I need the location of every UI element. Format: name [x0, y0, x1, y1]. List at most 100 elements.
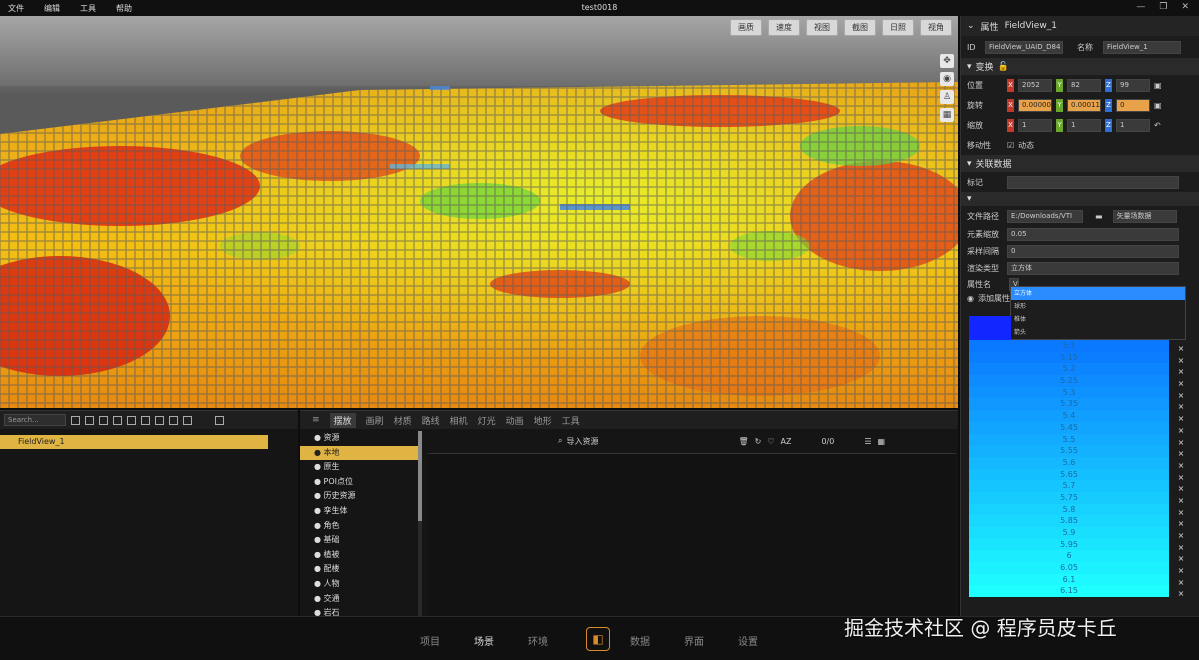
- ramp-value[interactable]: 5.45: [969, 421, 1169, 434]
- file-path-field[interactable]: E:/Downloads/VTI: [1007, 209, 1083, 223]
- person-icon[interactable]: ♙: [940, 90, 954, 104]
- group-icon[interactable]: [127, 415, 136, 425]
- nav-scene[interactable]: 场景: [474, 633, 494, 648]
- reset-icon[interactable]: ▣: [1154, 101, 1162, 110]
- menu-edit[interactable]: 编辑: [44, 3, 60, 14]
- menu-tools[interactable]: 工具: [80, 3, 96, 14]
- ramp-value[interactable]: 5.15: [969, 351, 1169, 364]
- tree-item[interactable]: ● 本地: [300, 445, 418, 461]
- option-arrow[interactable]: 箭头: [1011, 326, 1185, 339]
- film-icon[interactable]: [113, 415, 122, 425]
- remove-icon[interactable]: ×: [1176, 425, 1186, 437]
- menu-help[interactable]: 帮助: [116, 3, 132, 14]
- ramp-value[interactable]: 5.8: [969, 503, 1169, 516]
- undo-icon[interactable]: ↶: [1154, 121, 1161, 130]
- ramp-value[interactable]: 5.5: [969, 433, 1169, 446]
- tab-route[interactable]: 路线: [422, 414, 440, 427]
- sort-icon[interactable]: AZ: [781, 437, 792, 446]
- remove-icon[interactable]: ×: [1176, 472, 1186, 484]
- tree-item[interactable]: ● 资源: [300, 431, 418, 446]
- ramp-value[interactable]: 5.25: [969, 375, 1169, 387]
- transform-section[interactable]: 变换: [976, 60, 994, 73]
- option-cube[interactable]: 立方体: [1011, 287, 1185, 300]
- folder-icon[interactable]: [71, 415, 80, 425]
- rotation-y[interactable]: 0.00011: [1067, 98, 1101, 112]
- ramp-value[interactable]: 5.2: [969, 363, 1169, 376]
- ramp-value[interactable]: 5.95: [969, 538, 1169, 551]
- option-cone[interactable]: 椎体: [1011, 313, 1185, 326]
- menu-file[interactable]: 文件: [8, 3, 24, 14]
- scale-z[interactable]: 1: [1116, 118, 1150, 132]
- remove-icon[interactable]: ×: [1176, 495, 1186, 507]
- remove-icon[interactable]: ×: [1176, 343, 1186, 355]
- tree-item[interactable]: ● 历史资源: [300, 489, 418, 504]
- screenshot-button[interactable]: 截图: [844, 19, 876, 36]
- grid-view-icon[interactable]: ▦: [878, 437, 886, 446]
- menu-icon[interactable]: ≡: [312, 415, 320, 425]
- tab-terrain[interactable]: 地形: [534, 414, 552, 427]
- section-chevron-icon[interactable]: ▾: [967, 62, 972, 72]
- history-icon[interactable]: ↻: [755, 437, 762, 446]
- remove-icon[interactable]: ×: [1176, 355, 1186, 367]
- move-icon[interactable]: ✥: [940, 54, 954, 68]
- scale-x[interactable]: 1: [1018, 118, 1052, 132]
- ramp-value[interactable]: 5.85: [969, 515, 1169, 527]
- tab-place[interactable]: 摆放: [329, 412, 356, 428]
- tree-item[interactable]: ● 交通: [300, 592, 418, 607]
- tree-item[interactable]: ● 基础: [300, 533, 418, 548]
- remove-icon[interactable]: ×: [1176, 542, 1186, 554]
- gear-icon[interactable]: [141, 415, 150, 425]
- tab-brush[interactable]: 画刷: [366, 414, 384, 427]
- square-icon[interactable]: [85, 415, 94, 425]
- camera-view-button[interactable]: 视角: [920, 19, 952, 36]
- remove-icon[interactable]: ×: [1176, 378, 1186, 390]
- remove-icon[interactable]: ×: [1176, 553, 1186, 565]
- tree-item[interactable]: ● 孪生体: [300, 504, 418, 519]
- camera-icon[interactable]: [99, 415, 108, 425]
- ramp-value[interactable]: 5.55: [969, 445, 1169, 457]
- elem-scale-field[interactable]: 0.05: [1007, 228, 1179, 241]
- remove-icon[interactable]: ×: [1176, 413, 1186, 425]
- nav-data[interactable]: 数据: [630, 633, 650, 648]
- remove-icon[interactable]: ×: [1176, 530, 1186, 542]
- nav-environment[interactable]: 环境: [528, 633, 548, 648]
- remove-icon[interactable]: ×: [1176, 577, 1186, 589]
- grid-icon[interactable]: ▦: [940, 108, 954, 122]
- ramp-value[interactable]: 5.7: [969, 480, 1169, 492]
- section-chevron-icon[interactable]: ▾: [967, 194, 972, 204]
- image-icon[interactable]: [183, 415, 192, 425]
- scroll-thumb[interactable]: [418, 431, 422, 521]
- ramp-value[interactable]: 5.4: [969, 410, 1169, 422]
- remove-icon[interactable]: ×: [1176, 448, 1186, 460]
- outliner-search[interactable]: Search...: [4, 414, 66, 426]
- heart-icon[interactable]: ♡: [767, 437, 774, 446]
- ramp-value[interactable]: 6.05: [969, 562, 1169, 574]
- scale-y[interactable]: 1: [1067, 118, 1101, 132]
- delete-icon[interactable]: 🗑: [738, 437, 748, 446]
- nav-interface[interactable]: 界面: [684, 633, 704, 648]
- ramp-value[interactable]: 5.1: [969, 340, 1169, 352]
- option-sphere[interactable]: 球形: [1011, 300, 1185, 313]
- rotation-x[interactable]: 0.000000: [1018, 98, 1052, 112]
- import-asset-button[interactable]: 导入资源: [566, 436, 598, 447]
- section-chevron-icon[interactable]: ▾: [967, 159, 972, 169]
- remove-icon[interactable]: ×: [1176, 483, 1186, 495]
- nav-project[interactable]: 项目: [420, 633, 440, 648]
- view-button[interactable]: 视图: [806, 19, 838, 36]
- render-type-select[interactable]: 立方体: [1007, 262, 1179, 275]
- remove-icon[interactable]: ×: [1176, 565, 1186, 577]
- search-icon[interactable]: ⌕: [558, 436, 562, 446]
- remove-icon[interactable]: ×: [1176, 390, 1186, 402]
- remove-icon[interactable]: ×: [1176, 401, 1186, 413]
- eye-icon[interactable]: ◉: [967, 294, 974, 303]
- remove-icon[interactable]: ×: [1176, 588, 1186, 600]
- remove-icon[interactable]: ×: [1176, 518, 1186, 530]
- tab-light[interactable]: 灯光: [478, 414, 496, 427]
- sample-interval-field[interactable]: 0: [1007, 245, 1179, 258]
- asset-area[interactable]: [428, 453, 956, 617]
- speed-button[interactable]: 速度: [768, 19, 800, 36]
- quality-button[interactable]: 画质: [730, 19, 762, 36]
- list-icon[interactable]: [169, 415, 178, 425]
- ramp-value[interactable]: 5.6: [969, 456, 1169, 469]
- tree-item[interactable]: ● 原生: [300, 460, 418, 475]
